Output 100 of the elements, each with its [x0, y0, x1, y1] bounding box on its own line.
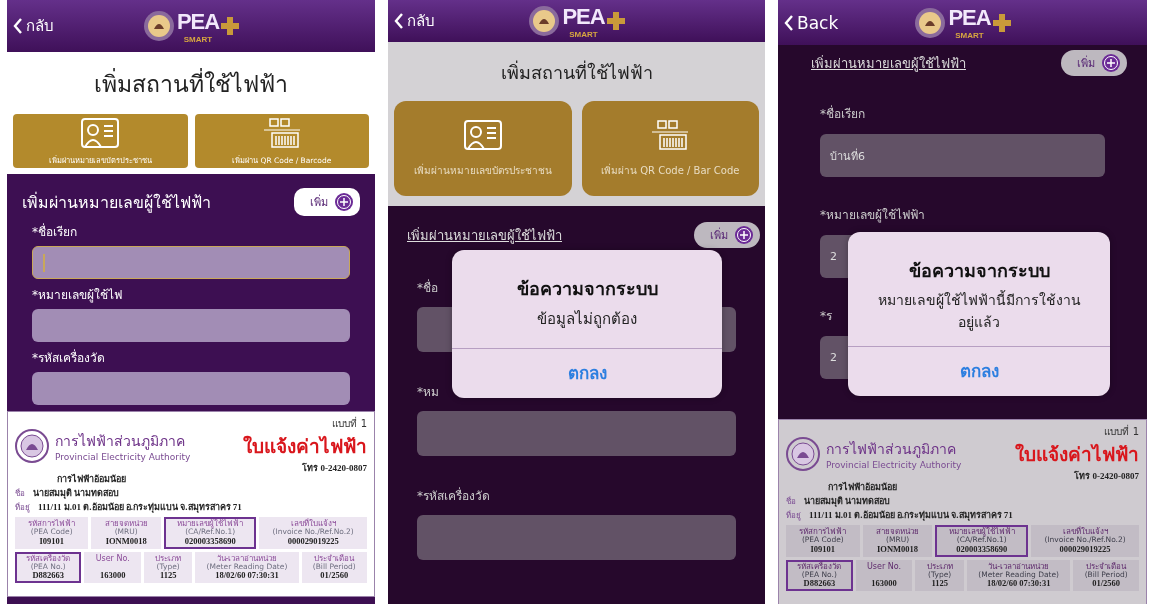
cell-value: 163000	[99, 571, 126, 582]
branch-name: การไฟฟ้าอ้อมน้อย	[828, 482, 897, 492]
section-title: เพิ่มผ่านหมายเลขผู้ใช้ไฟฟ้า	[407, 226, 562, 246]
field-caption: ชื่อ	[786, 495, 796, 508]
cell-label: รหัสเครื่องวัด	[797, 561, 842, 571]
cell-label: รหัสเครื่องวัด	[26, 553, 71, 563]
section-title: เพิ่มผ่านหมายเลขผู้ใช้ไฟฟ้า	[811, 54, 966, 74]
customer-name: นายสมมุติ นามทดสอบ	[804, 495, 891, 508]
barcode-icon	[650, 119, 691, 153]
emblem-icon	[914, 6, 947, 39]
field-label: *ชื่อเรียก	[32, 222, 77, 241]
cell-label: User No.	[866, 561, 901, 571]
chevron-left-icon	[394, 13, 404, 29]
ok-button[interactable]: ตกลง	[929, 347, 1029, 396]
field-caption: ชื่อ	[15, 487, 25, 500]
page-title: เพิ่มสถานที่ใช้ไฟฟ้า	[499, 59, 654, 85]
section-title: เพิ่มผ่านหมายเลขผู้ใช้ไฟฟ้า	[22, 191, 211, 215]
input-field[interactable]	[32, 309, 350, 342]
add-option-button[interactable]: เพิ่มผ่าน QR Code / Bar Code	[581, 101, 759, 196]
cell-label: เลขที่ใบแจ้งฯ	[1062, 527, 1108, 536]
add-button[interactable]: เพิ่ม	[694, 222, 760, 248]
cell-value: 020003358690	[184, 536, 236, 547]
organization-name: การไฟฟ้าส่วนภูมิภาค	[55, 431, 186, 452]
id-card-icon	[462, 119, 503, 153]
barcode-icon	[261, 116, 302, 151]
back-button[interactable]: กลับ	[392, 7, 437, 35]
field-label: *รหัสเครื่องวัด	[32, 348, 105, 367]
field-label: *ร	[820, 308, 832, 325]
cell-value: I09101	[39, 536, 64, 547]
cell-label: รหัสการไฟฟ้า	[799, 527, 847, 536]
cell-label: สายจดหน่วย	[876, 527, 920, 536]
chevron-left-icon	[784, 14, 794, 31]
add-option-button[interactable]: เพิ่มผ่านหมายเลขบัตรประชาชน	[394, 101, 572, 196]
form-number: แบบที่ 1	[1104, 424, 1139, 439]
logo-text: PEA	[948, 5, 991, 31]
cell-value: 1125	[931, 579, 948, 590]
cell-label: รหัสการไฟฟ้า	[28, 519, 76, 528]
page-title: เพิ่มสถานที่ใช้ไฟฟ้า	[13, 66, 369, 102]
field-label: *ชื่อ	[417, 278, 438, 297]
cell-label: วัน-เวลาอ่านหน่วย	[216, 553, 278, 563]
plus-icon	[992, 13, 1011, 32]
customer-address: 111/11 ม.01 ต.อ้อมน้อย อ.กระทุ่มแบน จ.สมุทรสาคร 71	[38, 501, 242, 514]
cell-value: 1125	[159, 571, 177, 582]
ok-button[interactable]: ตกลง	[537, 349, 637, 398]
form-number: แบบที่ 1	[332, 416, 367, 431]
organization-name: การไฟฟ้าส่วนภูมิภาค	[826, 439, 957, 460]
plus-circle-icon	[1101, 53, 1121, 73]
input-field[interactable]	[417, 411, 736, 456]
add-button[interactable]: เพิ่ม	[1061, 50, 1127, 76]
phone-number: โทร 0-2420-0807	[1074, 470, 1139, 483]
cell-value: 01/2560	[320, 571, 349, 582]
cell-value: D882663	[803, 579, 836, 590]
field-caption: ที่อยู่	[786, 509, 801, 522]
back-button[interactable]: กลับ	[11, 12, 56, 40]
back-button[interactable]: Back	[782, 10, 841, 35]
field-label: *ชื่อเรียก	[820, 104, 865, 123]
cell-value: 163000	[871, 579, 897, 590]
cell-value: 020003358690	[956, 544, 1008, 555]
input-field[interactable]	[32, 372, 350, 405]
input-field[interactable]	[32, 246, 350, 279]
cell-label: วัน-เวลาอ่านหน่วย	[988, 561, 1050, 571]
add-button[interactable]: เพิ่ม	[294, 188, 360, 216]
field-label: *หมายเลขผู้ใช้ไฟฟ้า	[820, 207, 925, 224]
cell-label: ประจำเดือน	[314, 553, 355, 563]
emblem-icon	[15, 428, 49, 463]
organization-name-english: Provincial Electricity Authority	[826, 459, 962, 470]
emblem-icon	[786, 436, 820, 471]
logo-subtext: SMART	[183, 34, 213, 44]
chevron-left-icon	[13, 18, 23, 34]
cell-label: หมายเลขผู้ใช้ไฟฟ้า	[177, 519, 244, 529]
plus-icon	[221, 17, 240, 35]
logo-subtext: SMART	[569, 29, 598, 39]
cell-label: ประเภท	[926, 561, 953, 571]
dialog-title: ข้อความจากระบบ	[516, 277, 658, 301]
customer-address: 111/11 ม.01 ต.อ้อมน้อย อ.กระทุ่มแบน จ.สมุทรสาคร 71	[809, 509, 1013, 522]
plus-circle-icon	[334, 192, 354, 212]
document-title: ใบแจ้งค่าไฟฟ้า	[1015, 442, 1139, 467]
field-label: *หมายเลขผู้ใช้ไฟ	[32, 287, 122, 304]
cell-value: I09101	[810, 544, 836, 555]
cell-label: User No.	[95, 553, 130, 563]
cell-label: สายจดหน่วย	[104, 519, 148, 528]
field-label: *รหัสเครื่องวัด	[417, 486, 490, 505]
plus-circle-icon	[734, 225, 754, 245]
id-card-icon	[80, 116, 121, 151]
customer-name: นายสมมุติ นามทดสอบ	[33, 487, 120, 500]
field-caption: ที่อยู่	[15, 501, 30, 514]
dialog-message: หมายเลขผู้ใช้ไฟฟ้านี้มีการใช้งานอยู่แล้ว	[876, 289, 1082, 333]
document-title: ใบแจ้งค่าไฟฟ้า	[243, 434, 367, 459]
plus-icon	[606, 12, 625, 30]
cell-label: ประเภท	[155, 553, 182, 563]
dialog-title: ข้อความจากระบบ	[908, 259, 1050, 283]
input-field[interactable]	[417, 515, 736, 560]
organization-name-english: Provincial Electricity Authority	[55, 451, 191, 462]
phone-number: โทร 0-2420-0807	[302, 462, 367, 475]
cell-label: ประจำเดือน	[1086, 561, 1127, 571]
logo-text: PEA	[562, 3, 605, 30]
logo-text: PEA	[176, 8, 220, 35]
cell-label: เลขที่ใบแจ้งฯ	[290, 519, 336, 528]
cell-value: IONM0018	[877, 544, 919, 555]
input-field[interactable]: บ้านที่6	[820, 134, 1105, 177]
